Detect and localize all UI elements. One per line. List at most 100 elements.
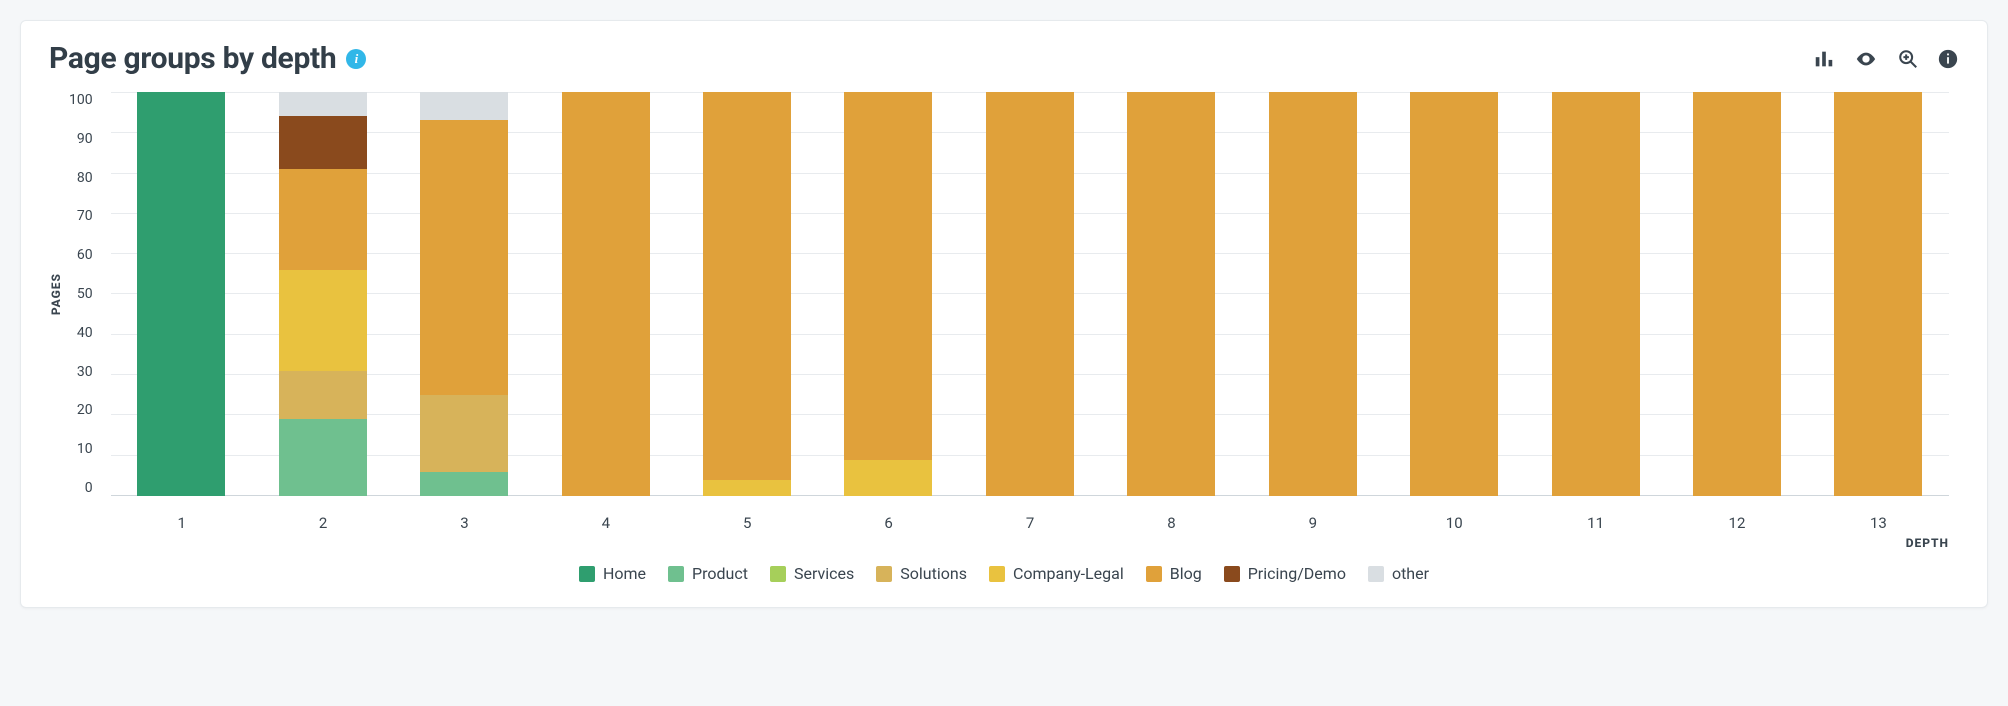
legend-label: Blog [1170,564,1202,583]
legend-swatch [989,566,1005,582]
legend-swatch [876,566,892,582]
y-tick: 70 [77,208,93,224]
bar[interactable] [279,92,367,496]
bar-slot [1525,92,1666,496]
chart-card: Page groups by depth i PAGES 10090807060… [20,20,1988,608]
bar-slot [676,92,817,496]
bar-slot [1383,92,1524,496]
bar[interactable] [844,92,932,496]
bar-segment[interactable] [986,92,1074,496]
legend: Home Product Services Solutions Company-Lega… [49,564,1959,583]
bar-segment[interactable] [420,395,508,472]
legend-swatch [770,566,786,582]
bar-segment[interactable] [420,92,508,120]
bar-slot [252,92,393,496]
bar[interactable] [420,92,508,496]
zoom-icon[interactable] [1897,48,1919,70]
x-tick: 2 [252,514,393,532]
y-tick: 30 [77,364,93,380]
x-tick: 13 [1808,514,1949,532]
bar-segment[interactable] [1834,92,1922,496]
y-tick: 10 [77,441,93,457]
bar[interactable] [137,92,225,496]
bar-segment[interactable] [703,480,791,496]
x-tick: 5 [677,514,818,532]
y-tick: 90 [77,131,93,147]
bar[interactable] [986,92,1074,496]
bar[interactable] [1834,92,1922,496]
bar-slot [818,92,959,496]
bars [111,92,1949,496]
chart: PAGES 1009080706050403020100 12345678910… [49,84,1959,583]
bar[interactable] [1410,92,1498,496]
bar-slot [959,92,1100,496]
info-icon[interactable]: i [346,49,366,69]
bar-segment[interactable] [1410,92,1498,496]
x-axis-ticks: 12345678910111213 [101,504,1959,532]
bar-segment[interactable] [1552,92,1640,496]
info-solid-icon[interactable] [1937,48,1959,70]
bar[interactable] [1552,92,1640,496]
legend-item[interactable]: Services [770,564,854,583]
legend-swatch [1368,566,1384,582]
bar-slot [1666,92,1807,496]
bar-segment[interactable] [703,92,791,480]
chart-toolbar [1813,48,1959,70]
x-tick: 8 [1101,514,1242,532]
x-tick: 10 [1384,514,1525,532]
bar-segment[interactable] [1127,92,1215,496]
bar-segment[interactable] [137,92,225,496]
legend-item[interactable]: other [1368,564,1429,583]
y-axis-ticks: 1009080706050403020100 [69,84,101,504]
legend-item[interactable]: Pricing/Demo [1224,564,1346,583]
bar-slot [393,92,534,496]
x-axis-label: DEPTH [101,536,1959,550]
title-wrap: Page groups by depth i [49,41,366,76]
x-axis-row: 12345678910111213 DEPTH [49,504,1959,550]
eye-icon[interactable] [1853,48,1879,70]
bar-segment[interactable] [279,419,367,496]
legend-item[interactable]: Blog [1146,564,1202,583]
y-tick: 40 [77,325,93,341]
x-tick: 11 [1525,514,1666,532]
legend-item[interactable]: Solutions [876,564,967,583]
bar-segment[interactable] [844,460,932,496]
x-tick: 6 [818,514,959,532]
y-tick: 0 [85,480,93,496]
bar-slot [1101,92,1242,496]
bar[interactable] [1693,92,1781,496]
bar-segment[interactable] [279,116,367,169]
bar-segment[interactable] [1693,92,1781,496]
bar-slot [1242,92,1383,496]
legend-item[interactable]: Home [579,564,646,583]
bar-segment[interactable] [279,169,367,270]
x-tick: 1 [111,514,252,532]
bar-segment[interactable] [279,371,367,419]
card-header: Page groups by depth i [49,41,1959,76]
x-tick: 4 [535,514,676,532]
bar-segment[interactable] [279,270,367,371]
legend-label: Company-Legal [1013,564,1124,583]
legend-swatch [1146,566,1162,582]
bar-segment[interactable] [420,472,508,496]
legend-swatch [668,566,684,582]
bar[interactable] [562,92,650,496]
bar-segment[interactable] [844,92,932,460]
legend-item[interactable]: Product [668,564,748,583]
bar[interactable] [1127,92,1215,496]
x-tick: 3 [394,514,535,532]
legend-swatch [1224,566,1240,582]
bar[interactable] [1269,92,1357,496]
bar-segment[interactable] [562,92,650,496]
legend-label: Pricing/Demo [1248,564,1346,583]
bar-segment[interactable] [1269,92,1357,496]
bar[interactable] [703,92,791,496]
bar-segment[interactable] [420,120,508,395]
legend-label: Services [794,564,854,583]
x-tick: 7 [959,514,1100,532]
legend-item[interactable]: Company-Legal [989,564,1124,583]
chart-body: PAGES 1009080706050403020100 [49,84,1959,504]
y-tick: 50 [77,286,93,302]
bar-segment[interactable] [279,92,367,116]
chart-type-icon[interactable] [1813,48,1835,70]
